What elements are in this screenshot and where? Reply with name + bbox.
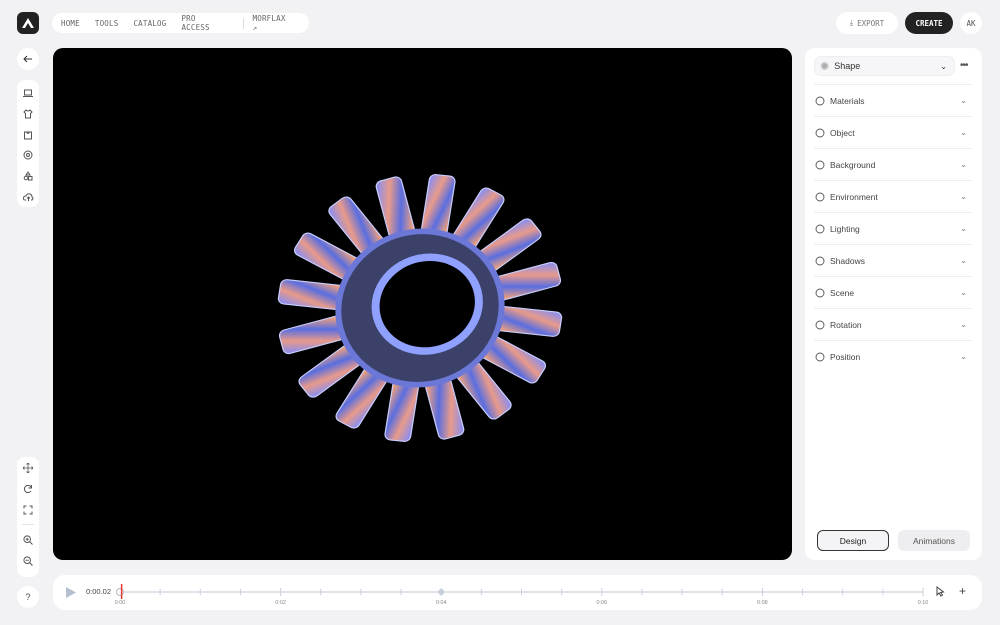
laptop-icon[interactable] bbox=[17, 83, 39, 104]
tab-design[interactable]: Design bbox=[817, 530, 889, 551]
section-object[interactable]: Object ⌄ bbox=[814, 116, 972, 148]
section-label: Lighting bbox=[830, 223, 860, 234]
section-scene[interactable]: Scene ⌄ bbox=[814, 276, 972, 308]
position-icon bbox=[814, 352, 826, 362]
section-label: Environment bbox=[830, 191, 878, 202]
timeline: 0:00.02 0:00 0:02 0:04 0:06 0:08 0:10 + bbox=[53, 575, 982, 610]
section-environment[interactable]: Environment ⌄ bbox=[814, 180, 972, 212]
bag-icon[interactable] bbox=[17, 124, 39, 145]
shapes-icon[interactable] bbox=[17, 166, 39, 187]
tab-animations[interactable]: Animations bbox=[898, 530, 970, 551]
shadows-icon bbox=[814, 256, 826, 266]
export-button[interactable]: ⤓ EXPORT bbox=[836, 12, 898, 34]
shape-select[interactable]: ✺ Shape ⌄ bbox=[814, 56, 955, 76]
section-rotation[interactable]: Rotation ⌄ bbox=[814, 308, 972, 340]
start-marker bbox=[116, 588, 124, 596]
user-avatar[interactable]: AK bbox=[960, 12, 982, 34]
section-label: Rotation bbox=[830, 319, 862, 330]
nav-divider bbox=[242, 17, 244, 29]
section-label: Shadows bbox=[830, 255, 865, 266]
zoom-out-icon[interactable] bbox=[17, 550, 39, 571]
section-label: Position bbox=[830, 351, 861, 362]
background-icon bbox=[814, 160, 826, 170]
properties-panel: ✺ Shape ⌄ ••• Materials ⌄ Object ⌄ Backgroun… bbox=[805, 48, 982, 560]
help-button[interactable]: ? bbox=[17, 586, 39, 608]
chevron-down-icon: ⌄ bbox=[960, 128, 967, 137]
shape-label: Shape bbox=[834, 61, 861, 71]
nav-tools[interactable]: TOOLS bbox=[95, 19, 119, 28]
chevron-down-icon: ⌄ bbox=[940, 61, 947, 71]
back-button[interactable] bbox=[17, 48, 39, 70]
chevron-down-icon: ⌄ bbox=[960, 224, 967, 233]
app-logo[interactable] bbox=[17, 12, 39, 34]
nav-catalog[interactable]: CATALOG bbox=[133, 19, 166, 28]
ball-icon[interactable] bbox=[17, 145, 39, 166]
3d-viewport[interactable] bbox=[53, 48, 792, 560]
lighting-icon bbox=[814, 224, 826, 234]
tick-label: 0:10 bbox=[917, 600, 929, 606]
gear-shape-render bbox=[277, 174, 563, 442]
zoom-in-icon[interactable] bbox=[17, 529, 39, 550]
cursor-tool-icon[interactable] bbox=[935, 586, 946, 597]
move-icon[interactable] bbox=[17, 457, 39, 478]
section-lighting[interactable]: Lighting ⌄ bbox=[814, 212, 972, 244]
environment-icon bbox=[814, 192, 826, 202]
chevron-down-icon: ⌄ bbox=[960, 160, 967, 169]
section-background[interactable]: Background ⌄ bbox=[814, 148, 972, 180]
tick-label: 0:08 bbox=[757, 600, 768, 606]
chevron-down-icon: ⌄ bbox=[960, 96, 967, 105]
export-label: EXPORT bbox=[857, 18, 885, 28]
object-icon bbox=[814, 128, 826, 138]
download-icon: ⤓ bbox=[849, 18, 854, 27]
top-nav: HOME TOOLS CATALOG PRO ACCESS MORFLAX ↗ bbox=[52, 13, 309, 33]
section-materials[interactable]: Materials ⌄ bbox=[814, 84, 972, 116]
keyframe-dot bbox=[438, 589, 445, 595]
rotation-icon bbox=[814, 320, 826, 330]
toolbar-divider bbox=[22, 524, 34, 525]
section-label: Object bbox=[830, 127, 855, 138]
arrow-left-icon bbox=[17, 48, 39, 69]
section-position[interactable]: Position ⌄ bbox=[814, 340, 972, 372]
tick-label: 0:06 bbox=[596, 600, 608, 606]
section-label: Scene bbox=[830, 287, 855, 298]
rotate-icon[interactable] bbox=[17, 478, 39, 499]
tick-label: 0:04 bbox=[435, 600, 447, 606]
fullscreen-icon[interactable] bbox=[17, 499, 39, 520]
chevron-down-icon: ⌄ bbox=[960, 352, 967, 361]
left-toolbar bbox=[17, 80, 39, 207]
add-keyframe-button[interactable]: + bbox=[959, 584, 966, 598]
create-button[interactable]: CREATE bbox=[905, 12, 953, 34]
shirt-icon[interactable] bbox=[17, 104, 39, 125]
section-label: Materials bbox=[830, 95, 865, 106]
upload-cloud-icon[interactable] bbox=[17, 186, 39, 207]
chevron-down-icon: ⌄ bbox=[960, 192, 967, 201]
section-shadows[interactable]: Shadows ⌄ bbox=[814, 244, 972, 276]
view-toolbar bbox=[17, 457, 39, 577]
chevron-down-icon: ⌄ bbox=[960, 288, 967, 297]
tick-label: 0:00 bbox=[114, 600, 126, 606]
tick-label: 0:02 bbox=[275, 600, 286, 606]
nav-home[interactable]: HOME bbox=[61, 19, 80, 28]
sun-gear-icon: ✺ bbox=[820, 60, 830, 73]
nav-morflax-link[interactable]: MORFLAX ↗ bbox=[253, 14, 294, 32]
nav-pro-access[interactable]: PRO ACCESS bbox=[181, 14, 227, 32]
chevron-down-icon: ⌄ bbox=[960, 320, 967, 329]
chevron-down-icon: ⌄ bbox=[960, 256, 967, 265]
scene-icon bbox=[814, 288, 826, 298]
timeline-track[interactable] bbox=[53, 575, 982, 610]
section-label: Background bbox=[830, 159, 876, 170]
materials-icon bbox=[814, 96, 826, 106]
more-options-icon[interactable]: ••• bbox=[960, 60, 968, 71]
